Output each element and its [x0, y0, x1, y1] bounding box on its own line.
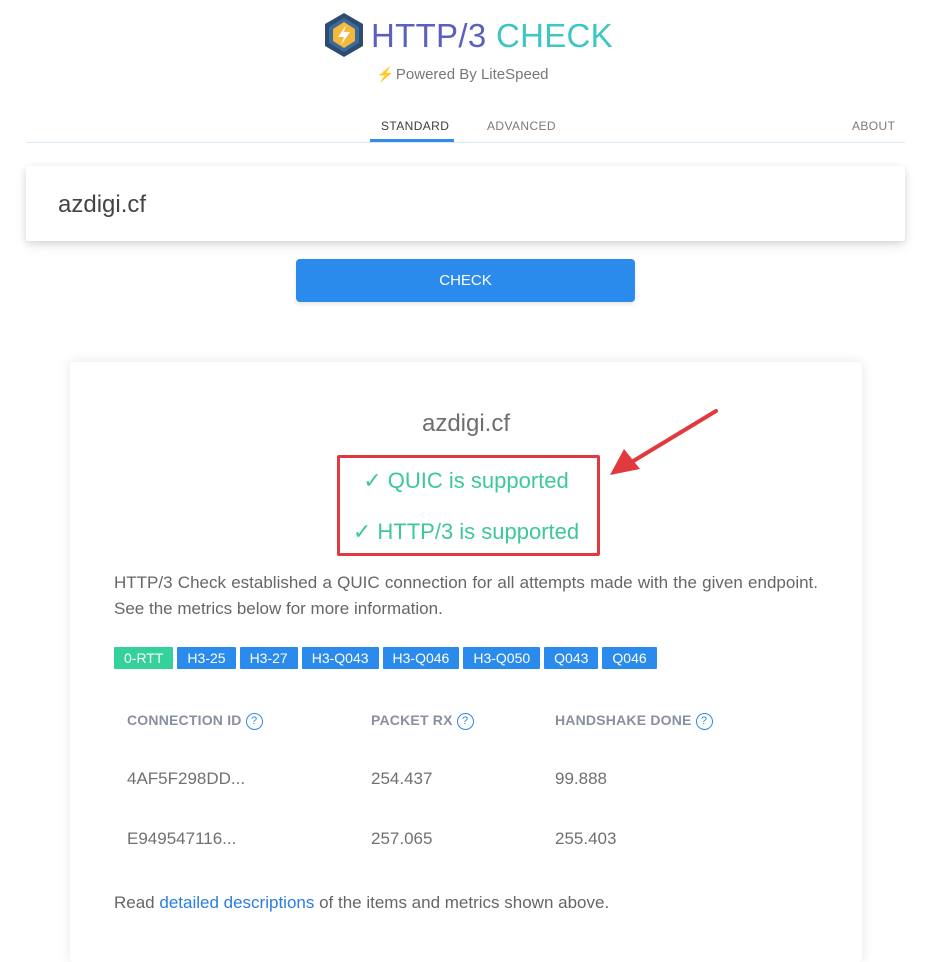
quic-status: ✓ QUIC is supported	[363, 468, 569, 493]
column-header-label: CONNECTION ID	[127, 712, 242, 728]
brand-header: HTTP/3 CHECK	[0, 12, 925, 60]
check-button[interactable]: CHECK	[296, 259, 635, 302]
table-cell-connection-id: 4AF5F298DD...	[127, 769, 246, 788]
badge-q043: Q043	[544, 647, 599, 669]
table-cell-handshake-done: 99.888	[555, 769, 607, 788]
column-header-handshake-done: HANDSHAKE DONE?	[555, 712, 713, 730]
badge-h3-q050: H3-Q050	[463, 647, 541, 669]
version-badges: 0-RTT H3-25 H3-27 H3-Q043 H3-Q046 H3-Q05…	[114, 647, 657, 669]
column-header-connection-id: CONNECTION ID?	[127, 712, 263, 730]
badge-0-rtt: 0-RTT	[114, 647, 174, 669]
tab-about[interactable]: ABOUT	[852, 119, 895, 133]
help-icon[interactable]: ?	[456, 712, 474, 730]
powered-by: ⚡ Powered By LiteSpeed	[0, 66, 925, 83]
table-cell-connection-id: E949547116...	[127, 829, 237, 848]
footer-suffix: of the items and metrics shown above.	[314, 893, 610, 912]
tab-standard[interactable]: STANDARD	[381, 119, 449, 133]
badge-h3-25: H3-25	[177, 647, 236, 669]
litespeed-logo-icon	[325, 13, 363, 57]
result-domain: azdigi.cf	[421, 410, 511, 437]
tab-advanced[interactable]: ADVANCED	[487, 119, 556, 133]
badge-h3-q043: H3-Q043	[301, 647, 379, 669]
badge-q046: Q046	[602, 647, 657, 669]
column-header-packet-rx: PACKET RX?	[371, 712, 474, 730]
footer-prefix: Read	[114, 893, 160, 912]
table-cell-packet-rx: 257.065	[371, 829, 433, 848]
help-icon[interactable]: ?	[245, 712, 263, 730]
domain-input-card	[26, 166, 905, 241]
app-title-check: CHECK	[495, 17, 613, 54]
annotation-arrow-icon	[610, 409, 718, 475]
table-cell-packet-rx: 254.437	[371, 769, 433, 788]
lightning-icon: ⚡	[376, 66, 394, 82]
http3-status: ✓ HTTP/3 is supported	[352, 519, 580, 544]
detailed-descriptions-link[interactable]: detailed descriptions	[159, 893, 314, 912]
domain-input[interactable]	[56, 186, 860, 224]
column-header-label: HANDSHAKE DONE	[555, 712, 692, 728]
app-title-http3: HTTP/3	[371, 17, 487, 54]
app-title: HTTP/3 CHECK	[371, 17, 613, 55]
result-description: HTTP/3 Check established a QUIC connecti…	[114, 573, 818, 618]
column-header-label: PACKET RX	[371, 712, 453, 728]
badge-h3-q046: H3-Q046	[382, 647, 460, 669]
tab-bar: STANDARD ADVANCED ABOUT	[26, 108, 905, 143]
help-icon[interactable]: ?	[695, 712, 713, 730]
table-cell-handshake-done: 255.403	[555, 829, 617, 848]
footer-note: Read detailed descriptions of the items …	[114, 893, 609, 913]
result-card: azdigi.cf ✓ QUIC is supported ✓ HTTP/3 i…	[70, 362, 862, 962]
powered-by-text: Powered By LiteSpeed	[395, 66, 549, 83]
badge-h3-27: H3-27	[239, 647, 298, 669]
active-tab-indicator	[370, 139, 454, 142]
